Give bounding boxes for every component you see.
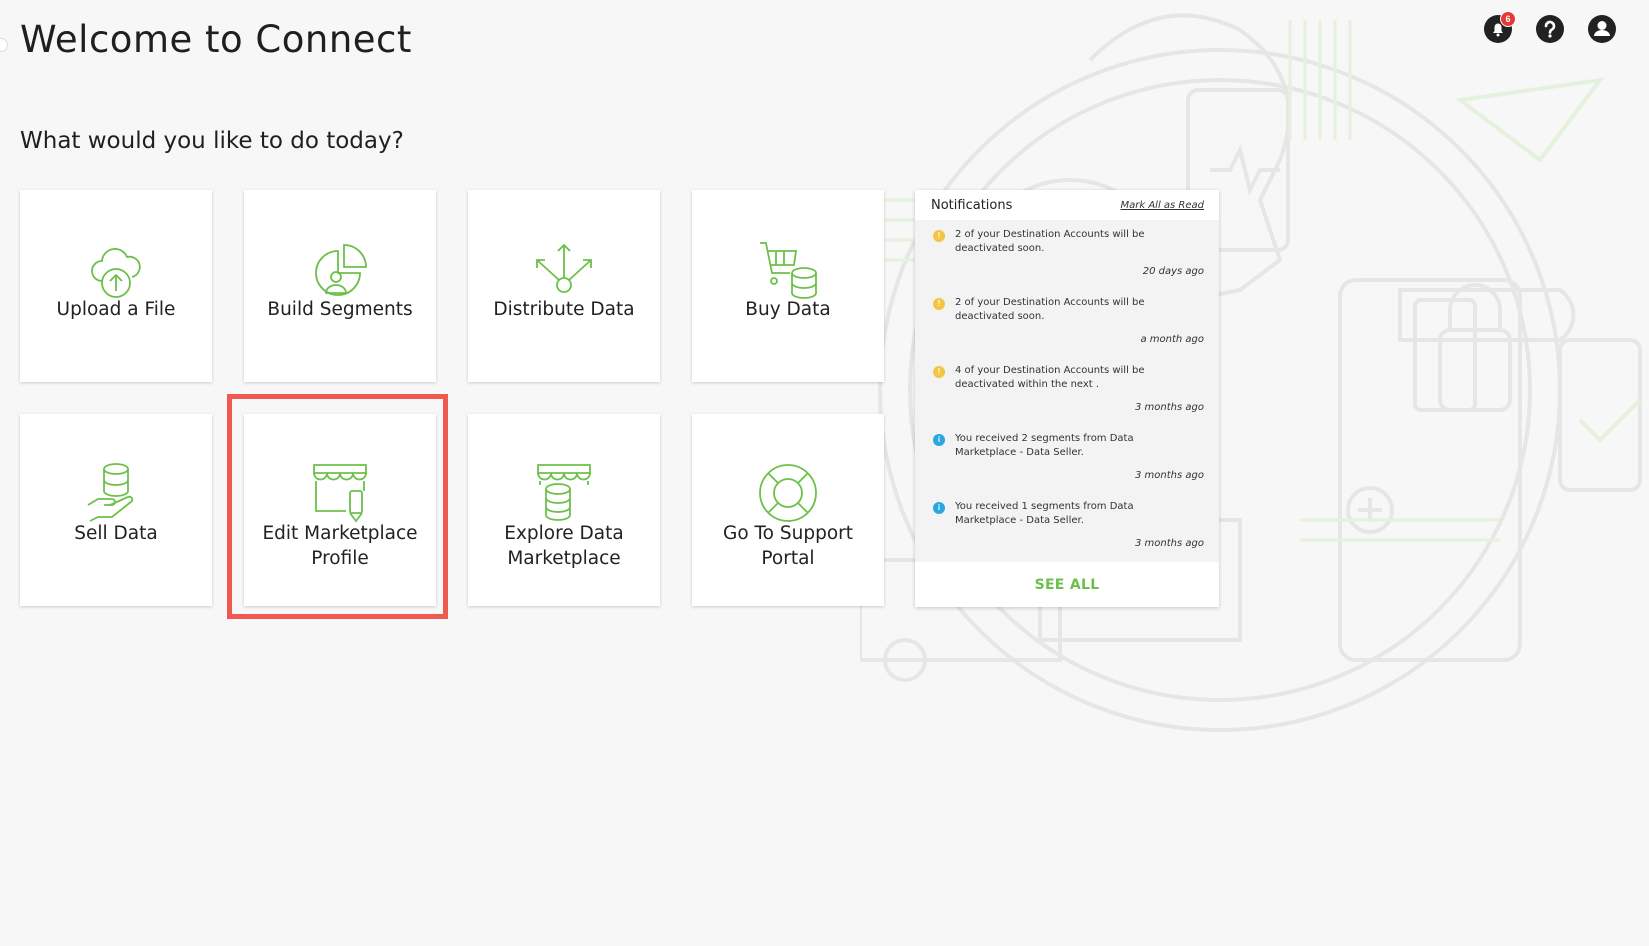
cloud-upload-icon bbox=[84, 237, 148, 301]
storefront-edit-icon bbox=[308, 461, 372, 525]
notification-time: 20 days ago bbox=[1142, 266, 1204, 277]
warning-icon: ! bbox=[933, 230, 945, 242]
notification-text: You received 2 segments from Data Market… bbox=[955, 433, 1134, 458]
notification-time: a month ago bbox=[1140, 334, 1204, 345]
segments-pie-icon bbox=[308, 237, 372, 301]
tile-explore-data-marketplace[interactable]: Explore Data Marketplace bbox=[468, 414, 660, 606]
notification-time: 3 months ago bbox=[1135, 402, 1204, 413]
notification-item[interactable]: ! 4 of your Destination Accounts will be… bbox=[915, 356, 1219, 424]
notifications-list[interactable]: ! 2 of your Destination Accounts will be… bbox=[915, 220, 1219, 562]
tile-support-portal[interactable]: Go To Support Portal bbox=[692, 414, 884, 606]
help-icon bbox=[1536, 15, 1564, 43]
account-button[interactable] bbox=[1587, 14, 1617, 44]
hand-database-icon bbox=[84, 461, 148, 525]
notification-item[interactable]: ! 2 of your Destination Accounts will be… bbox=[915, 288, 1219, 356]
mark-all-read-link[interactable]: Mark All as Read bbox=[1120, 200, 1204, 211]
tile-label: Distribute Data bbox=[493, 299, 635, 320]
distribute-arrows-icon bbox=[532, 237, 596, 301]
notification-item[interactable]: i You received 2 segments from Data Mark… bbox=[915, 424, 1219, 492]
warning-icon: ! bbox=[933, 366, 945, 378]
lifebuoy-icon bbox=[756, 461, 820, 525]
notification-text: 2 of your Destination Accounts will be d… bbox=[955, 229, 1145, 254]
help-button[interactable] bbox=[1535, 14, 1565, 44]
tile-distribute-data[interactable]: Distribute Data bbox=[468, 190, 660, 382]
info-icon: i bbox=[933, 434, 945, 446]
notifications-panel: Notifications Mark All as Read ! 2 of yo… bbox=[915, 190, 1219, 607]
cart-database-icon bbox=[756, 237, 820, 301]
notification-item[interactable]: i You received 1 segments from Data Mark… bbox=[915, 492, 1219, 560]
notification-text: 2 of your Destination Accounts will be d… bbox=[955, 297, 1145, 322]
notifications-header: Notifications Mark All as Read bbox=[915, 190, 1219, 220]
notification-time: 3 months ago bbox=[1135, 470, 1204, 481]
storefront-database-icon bbox=[532, 461, 596, 525]
notification-text: 4 of your Destination Accounts will be d… bbox=[955, 365, 1145, 390]
page-title: Welcome to Connect bbox=[20, 18, 412, 61]
notifications-button[interactable]: 6 bbox=[1483, 11, 1516, 44]
tile-build-segments[interactable]: Build Segments bbox=[244, 190, 436, 382]
tile-label: Upload a File bbox=[56, 299, 176, 320]
header-actions: 6 bbox=[1483, 11, 1617, 44]
page-subtitle: What would you like to do today? bbox=[20, 128, 404, 154]
notification-time: 3 months ago bbox=[1135, 538, 1204, 549]
tile-label: Buy Data bbox=[745, 299, 831, 320]
tile-sell-data[interactable]: Sell Data bbox=[20, 414, 212, 606]
tile-edit-marketplace-profile[interactable]: Edit Marketplace Profile bbox=[244, 414, 436, 606]
tile-label: Edit Marketplace Profile bbox=[262, 523, 418, 569]
info-icon: i bbox=[933, 502, 945, 514]
see-all-button[interactable]: SEE ALL bbox=[915, 562, 1219, 607]
notification-item[interactable]: ! 2 of your Destination Accounts will be… bbox=[915, 220, 1219, 288]
tile-label: Build Segments bbox=[267, 299, 413, 320]
notifications-title: Notifications bbox=[931, 197, 1013, 213]
tile-buy-data[interactable]: Buy Data bbox=[692, 190, 884, 382]
tile-label: Sell Data bbox=[74, 523, 158, 544]
user-icon bbox=[1588, 15, 1616, 43]
tile-upload-file[interactable]: Upload a File bbox=[20, 190, 212, 382]
warning-icon: ! bbox=[933, 298, 945, 310]
tile-label: Go To Support Portal bbox=[722, 523, 854, 569]
tile-label: Explore Data Marketplace bbox=[504, 523, 624, 569]
notification-count-badge: 6 bbox=[1500, 11, 1516, 27]
sidebar-toggle[interactable] bbox=[0, 38, 8, 52]
notification-text: You received 1 segments from Data Market… bbox=[955, 501, 1134, 526]
